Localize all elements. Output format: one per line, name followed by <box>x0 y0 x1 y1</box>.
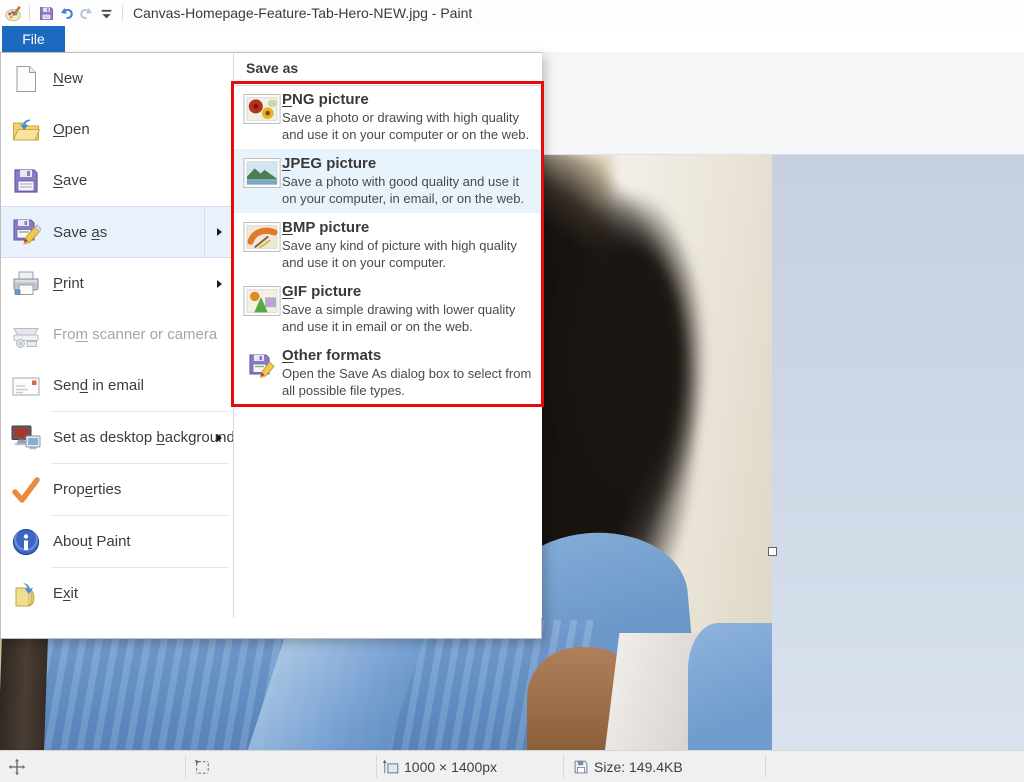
format-description: Open the Save As dialog box to select fr… <box>282 365 534 399</box>
status-separator <box>376 755 377 778</box>
status-separator <box>563 755 564 778</box>
format-text: JPEG picture Save a photo with good qual… <box>282 155 534 207</box>
photo-hair <box>552 190 707 530</box>
file-tab[interactable]: File <box>2 26 65 52</box>
menu-item-label: From scanner or camera <box>53 326 217 343</box>
tab-row: File <box>0 26 1024 52</box>
menu-item-label: Send in email <box>53 377 144 394</box>
format-title: Other formats <box>282 347 534 364</box>
info-circle-icon <box>11 527 41 557</box>
file-menu-item-properties[interactable]: Properties <box>1 464 233 515</box>
format-description: Save a photo with good quality and use i… <box>282 173 534 207</box>
save-as-option-gif-picture[interactable]: GIF picture Save a simple drawing with l… <box>234 277 542 341</box>
exit-folder-icon <box>11 579 41 609</box>
file-menu-dropdown: New Open Save Save as Print From scanner… <box>0 52 542 639</box>
format-description: Save a photo or drawing with high qualit… <box>282 109 534 143</box>
qat-save-icon[interactable] <box>36 3 56 23</box>
menu-item-label: Save as <box>53 224 107 241</box>
printer-icon <box>11 269 41 299</box>
orange-checkmark-icon <box>11 475 41 505</box>
file-menu-item-about-paint[interactable]: About Paint <box>1 516 233 567</box>
menu-item-label: Save <box>53 172 87 189</box>
save-floppy-icon <box>11 166 41 196</box>
format-text: BMP picture Save any kind of picture wit… <box>282 219 534 271</box>
window-title: Canvas-Homepage-Feature-Tab-Hero-NEW.jpg… <box>133 5 472 21</box>
menu-item-label: Open <box>53 121 90 138</box>
menu-item-label: Properties <box>53 481 121 498</box>
format-title: JPEG picture <box>282 155 534 172</box>
file-menu-item-open[interactable]: Open <box>1 104 233 155</box>
png-thumbnail-icon <box>243 94 281 124</box>
menu-item-label: About Paint <box>53 533 131 550</box>
photo-denim-collar-right <box>688 623 772 750</box>
format-description: Save any kind of picture with high quali… <box>282 237 534 271</box>
file-menu-item-new[interactable]: New <box>1 53 233 104</box>
menu-item-label: New <box>53 70 83 87</box>
cursor-position-icon <box>8 758 26 776</box>
paint-window: Canvas-Homepage-Feature-Tab-Hero-NEW.jpg… <box>0 0 1024 782</box>
jpeg-thumbnail-icon <box>243 158 281 188</box>
canvas-resize-handle[interactable] <box>768 547 777 556</box>
format-title: PNG picture <box>282 91 534 108</box>
scanner-icon <box>11 320 41 350</box>
file-menu-item-exit[interactable]: Exit <box>1 568 233 619</box>
toolbar-separator <box>29 5 30 21</box>
file-menu-item-send-in-email[interactable]: Send in email <box>1 360 233 411</box>
save-as-submenu-items: PNG picture Save a photo or drawing with… <box>234 85 542 405</box>
file-menu-item-print[interactable]: Print <box>1 258 233 309</box>
save-as-submenu-header: Save as <box>234 53 542 86</box>
file-size: Size: 149.4KB <box>594 759 683 775</box>
submenu-arrow-icon <box>205 258 233 309</box>
format-text: GIF picture Save a simple drawing with l… <box>282 283 534 335</box>
status-separator <box>765 755 766 778</box>
file-menu-pane: New Open Save Save as Print From scanner… <box>1 53 233 638</box>
email-envelope-icon <box>11 371 41 401</box>
bmp-thumbnail-icon <box>243 222 281 252</box>
file-menu-item-save-as[interactable]: Save as <box>1 206 233 258</box>
save-as-submenu-pane: Save as PNG picture Save a photo or draw… <box>233 53 542 618</box>
format-text: PNG picture Save a photo or drawing with… <box>282 91 534 143</box>
open-folder-icon <box>11 115 41 145</box>
paint-logo-icon[interactable] <box>3 3 23 23</box>
selection-size-icon <box>193 758 211 776</box>
new-document-icon <box>11 64 41 94</box>
gif-thumbnail-icon <box>243 286 281 316</box>
save-as-option-png-picture[interactable]: PNG picture Save a photo or drawing with… <box>234 85 542 149</box>
status-bar: 1000 × 1400px Size: 149.4KB <box>0 750 1024 782</box>
format-text: Other formats Open the Save As dialog bo… <box>282 347 534 399</box>
file-menu-item-save[interactable]: Save <box>1 155 233 206</box>
file-size-icon <box>572 758 590 776</box>
title-bar: Canvas-Homepage-Feature-Tab-Hero-NEW.jpg… <box>0 0 1024 26</box>
qat-undo-icon[interactable] <box>56 3 76 23</box>
canvas-size-icon <box>382 758 400 776</box>
save-as-option-bmp-picture[interactable]: BMP picture Save any kind of picture wit… <box>234 213 542 277</box>
file-menu-item-set-as-desktop-background[interactable]: Set as desktop background <box>1 412 233 463</box>
save-as-option-jpeg-picture[interactable]: JPEG picture Save a photo with good qual… <box>234 149 542 213</box>
toolbar-separator <box>122 5 123 21</box>
format-title: BMP picture <box>282 219 534 236</box>
file-menu-item-from-scanner-or-camera[interactable]: From scanner or camera <box>1 309 233 360</box>
other-formats-floppy-icon <box>243 350 281 380</box>
save-as-floppy-icon <box>11 217 41 247</box>
menu-item-label: Exit <box>53 585 78 602</box>
status-separator <box>185 755 186 778</box>
submenu-arrow-icon <box>205 412 233 463</box>
qat-redo-icon[interactable] <box>76 3 96 23</box>
canvas-dimensions: 1000 × 1400px <box>404 759 497 775</box>
format-description: Save a simple drawing with lower quality… <box>282 301 534 335</box>
save-as-option-other-formats[interactable]: Other formats Open the Save As dialog bo… <box>234 341 542 405</box>
menu-item-label: Print <box>53 275 84 292</box>
desktop-monitor-icon <box>11 423 41 453</box>
qat-caret-icon[interactable] <box>96 3 116 23</box>
photo-strap <box>0 632 48 750</box>
submenu-arrow-icon <box>204 207 233 257</box>
format-title: GIF picture <box>282 283 534 300</box>
